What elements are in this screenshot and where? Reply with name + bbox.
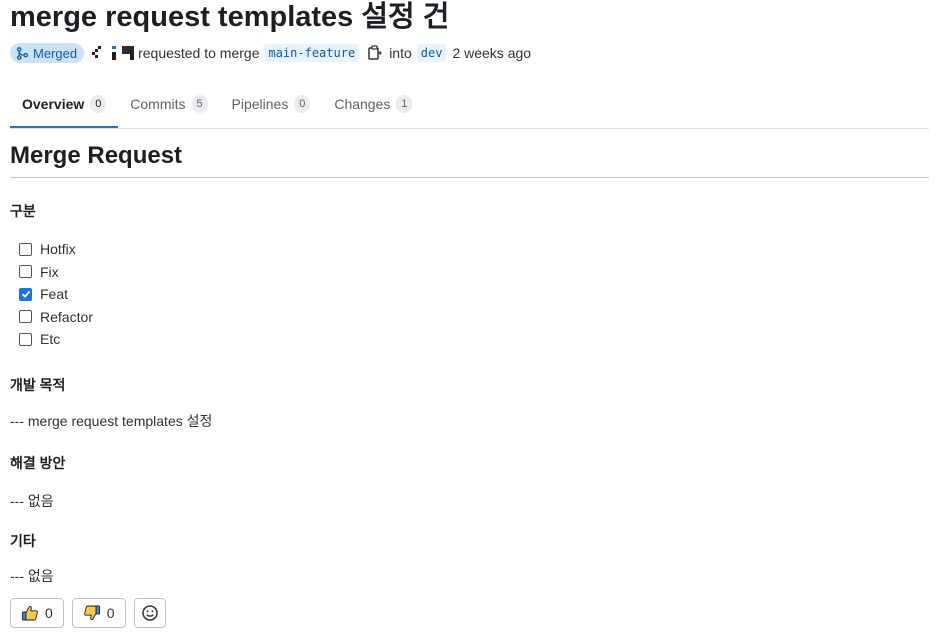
category-checklist: Hotfix Fix Feat Refactor Etc (10, 238, 929, 351)
tab-label: Pipelines (231, 96, 289, 112)
status-badge-label: Merged (33, 45, 78, 61)
checklist-item: Hotfix (19, 238, 929, 261)
author-avatar-2[interactable] (110, 46, 118, 60)
checkbox-etc[interactable] (19, 332, 32, 346)
merge-icon (16, 46, 29, 60)
thumbs-up-button[interactable]: 0 (10, 597, 64, 628)
etc-text: --- 없음 (10, 567, 54, 584)
into-text: into (389, 45, 412, 61)
section-heading-category: 구분 (10, 203, 36, 219)
checkbox-hotfix[interactable] (19, 242, 32, 256)
merge-request-tabs: Overview 0 Commits 5 Pipelines 0 Changes… (10, 82, 929, 129)
checklist-item: Etc (19, 328, 929, 351)
tab-label: Changes (334, 96, 391, 112)
requested-to-merge-text: requested to merge (138, 45, 260, 61)
checklist-item: Feat (19, 283, 929, 306)
tab-commits[interactable]: Commits 5 (118, 82, 219, 126)
checklist-item: Fix (19, 261, 929, 284)
purpose-text: --- merge request templates 설정 (10, 412, 213, 429)
checklist-item-label: Etc (40, 331, 61, 348)
tab-pipelines[interactable]: Pipelines 0 (220, 82, 323, 126)
section-heading-purpose: 개발 목적 (10, 376, 66, 393)
checklist-item-label: Feat (40, 286, 69, 303)
checklist-item: Refactor (19, 306, 929, 329)
checklist-item-label: Fix (40, 263, 59, 280)
tab-label: Overview (22, 96, 85, 112)
thumbs-down-button[interactable]: 0 (71, 597, 126, 628)
copy-icon (368, 45, 383, 60)
tab-changes[interactable]: Changes 1 (322, 82, 424, 126)
author-avatar[interactable] (92, 46, 106, 60)
checklist-item-label: Hotfix (40, 241, 76, 258)
checkmark-icon (21, 291, 30, 299)
copy-branch-button[interactable] (368, 45, 383, 61)
merge-request-meta: Merged requested to merge main-feature i… (10, 42, 929, 64)
checkbox-refactor[interactable] (19, 310, 32, 324)
thumbs-down-icon (83, 605, 100, 620)
source-branch[interactable]: main-feature (264, 44, 360, 62)
smiley-icon (141, 604, 158, 621)
merge-request-page: merge request templates 설정 건 Merged requ (0, 0, 929, 628)
section-heading-solution: 해결 방안 (10, 454, 66, 471)
checkbox-fix[interactable] (19, 265, 32, 279)
tab-overview[interactable]: Overview 0 (10, 82, 119, 128)
tab-count: 0 (294, 95, 311, 113)
solution-text: --- 없음 (10, 492, 54, 509)
merge-request-description: Merge Request 구분 Hotfix Fix Feat Refacto… (10, 140, 929, 585)
award-emoji-bar: 0 0 (10, 597, 929, 628)
section-heading-etc: 기타 (10, 532, 36, 549)
tab-count: 5 (191, 95, 208, 113)
author-name-avatar[interactable] (122, 46, 135, 60)
thumbs-up-icon (22, 605, 38, 620)
thumbs-up-count: 0 (45, 604, 53, 621)
created-time[interactable]: 2 weeks ago (452, 45, 531, 61)
add-reaction-button[interactable] (133, 597, 166, 628)
tab-count: 1 (396, 95, 413, 113)
page-title: merge request templates 설정 건 (10, 1, 450, 33)
target-branch[interactable]: dev (416, 44, 447, 62)
tab-count: 0 (90, 95, 107, 113)
status-badge: Merged (10, 43, 85, 63)
tab-label: Commits (130, 96, 186, 112)
checklist-item-label: Refactor (40, 308, 93, 325)
thumbs-down-count: 0 (106, 604, 115, 621)
description-heading: Merge Request (10, 140, 929, 178)
checkbox-feat[interactable] (19, 287, 32, 301)
